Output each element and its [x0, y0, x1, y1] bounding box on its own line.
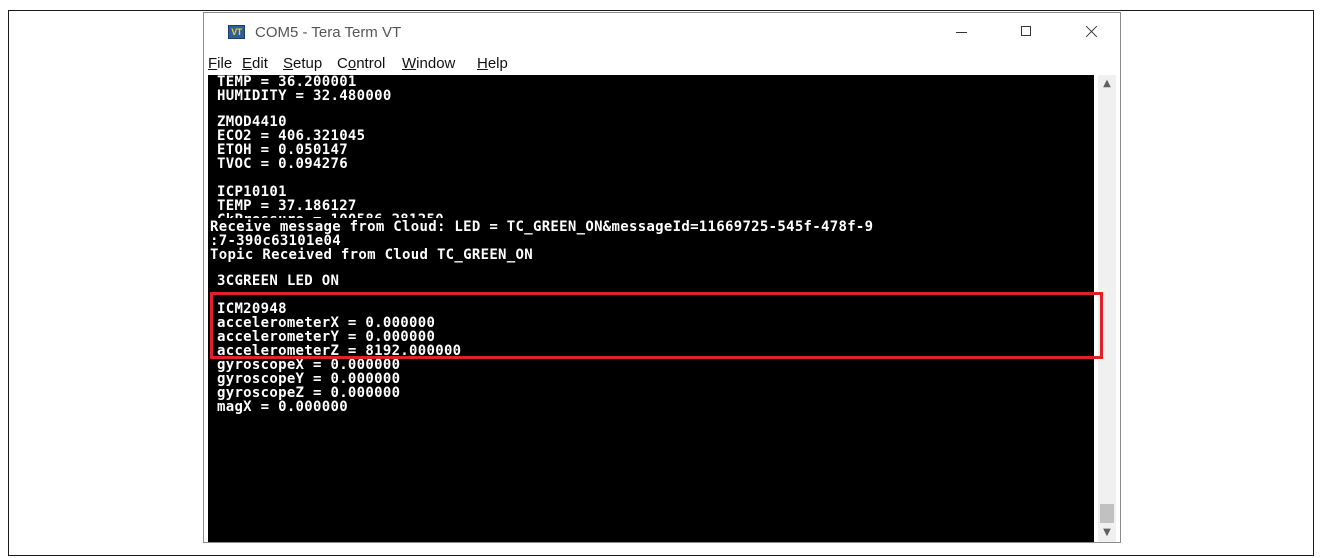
terminal-line: HUMIDITY = 32.480000 [217, 88, 392, 104]
window-title: COM5 - Tera Term VT [255, 24, 402, 41]
terminal-line: ICP10101 [217, 184, 287, 200]
terminal-line: ECO2 = 406.321045 [217, 128, 366, 144]
minimize-icon[interactable] [938, 13, 984, 49]
terminal-line: TVOC = 0.094276 [217, 156, 348, 172]
tera-term-window: VT COM5 - Tera Term VT File Edit Setup C… [203, 12, 1121, 543]
terminal-line-partial: CkPressure = 100586.281250 [217, 213, 444, 218]
terminal-line: TEMP = 37.186127 [217, 198, 357, 214]
terminal-line: Topic Received from Cloud TC_GREEN_ON [210, 247, 533, 263]
terminal-line: TEMP = 36.200001 [217, 75, 357, 90]
menu-setup[interactable]: Setup [283, 55, 322, 72]
terminal-line: ETOH = 0.050147 [217, 142, 348, 158]
menu-bar: File Edit Setup Control Window Help [204, 53, 1120, 75]
maximize-icon[interactable] [1003, 13, 1049, 49]
title-bar[interactable]: VT COM5 - Tera Term VT [204, 13, 1120, 53]
terminal-line: gyroscopeZ = 0.000000 [217, 385, 401, 401]
terminal-line: Receive message from Cloud: LED = TC_GRE… [210, 219, 874, 235]
menu-control[interactable]: Control [337, 55, 385, 72]
scroll-down-icon[interactable]: ▼ [1098, 524, 1116, 542]
terminal-line: gyroscopeX = 0.000000 [217, 357, 401, 373]
menu-window[interactable]: Window [402, 55, 455, 72]
menu-help[interactable]: Help [477, 55, 508, 72]
terminal-line: 3CGREEN LED ON [217, 273, 340, 289]
menu-edit[interactable]: Edit [242, 55, 268, 72]
scroll-up-icon[interactable]: ▲ [1098, 75, 1116, 93]
terminal-line: magX = 0.000000 [217, 399, 348, 415]
menu-file[interactable]: File [208, 55, 232, 72]
tera-term-app-icon: VT [228, 25, 245, 39]
terminal-line: ZMOD4410 [217, 114, 287, 130]
scroll-thumb[interactable] [1100, 504, 1114, 523]
terminal-line: :7-390c63101e04 [210, 233, 341, 249]
close-icon[interactable] [1068, 13, 1114, 49]
terminal-line: gyroscopeY = 0.000000 [217, 371, 401, 387]
highlight-box [210, 292, 1103, 359]
